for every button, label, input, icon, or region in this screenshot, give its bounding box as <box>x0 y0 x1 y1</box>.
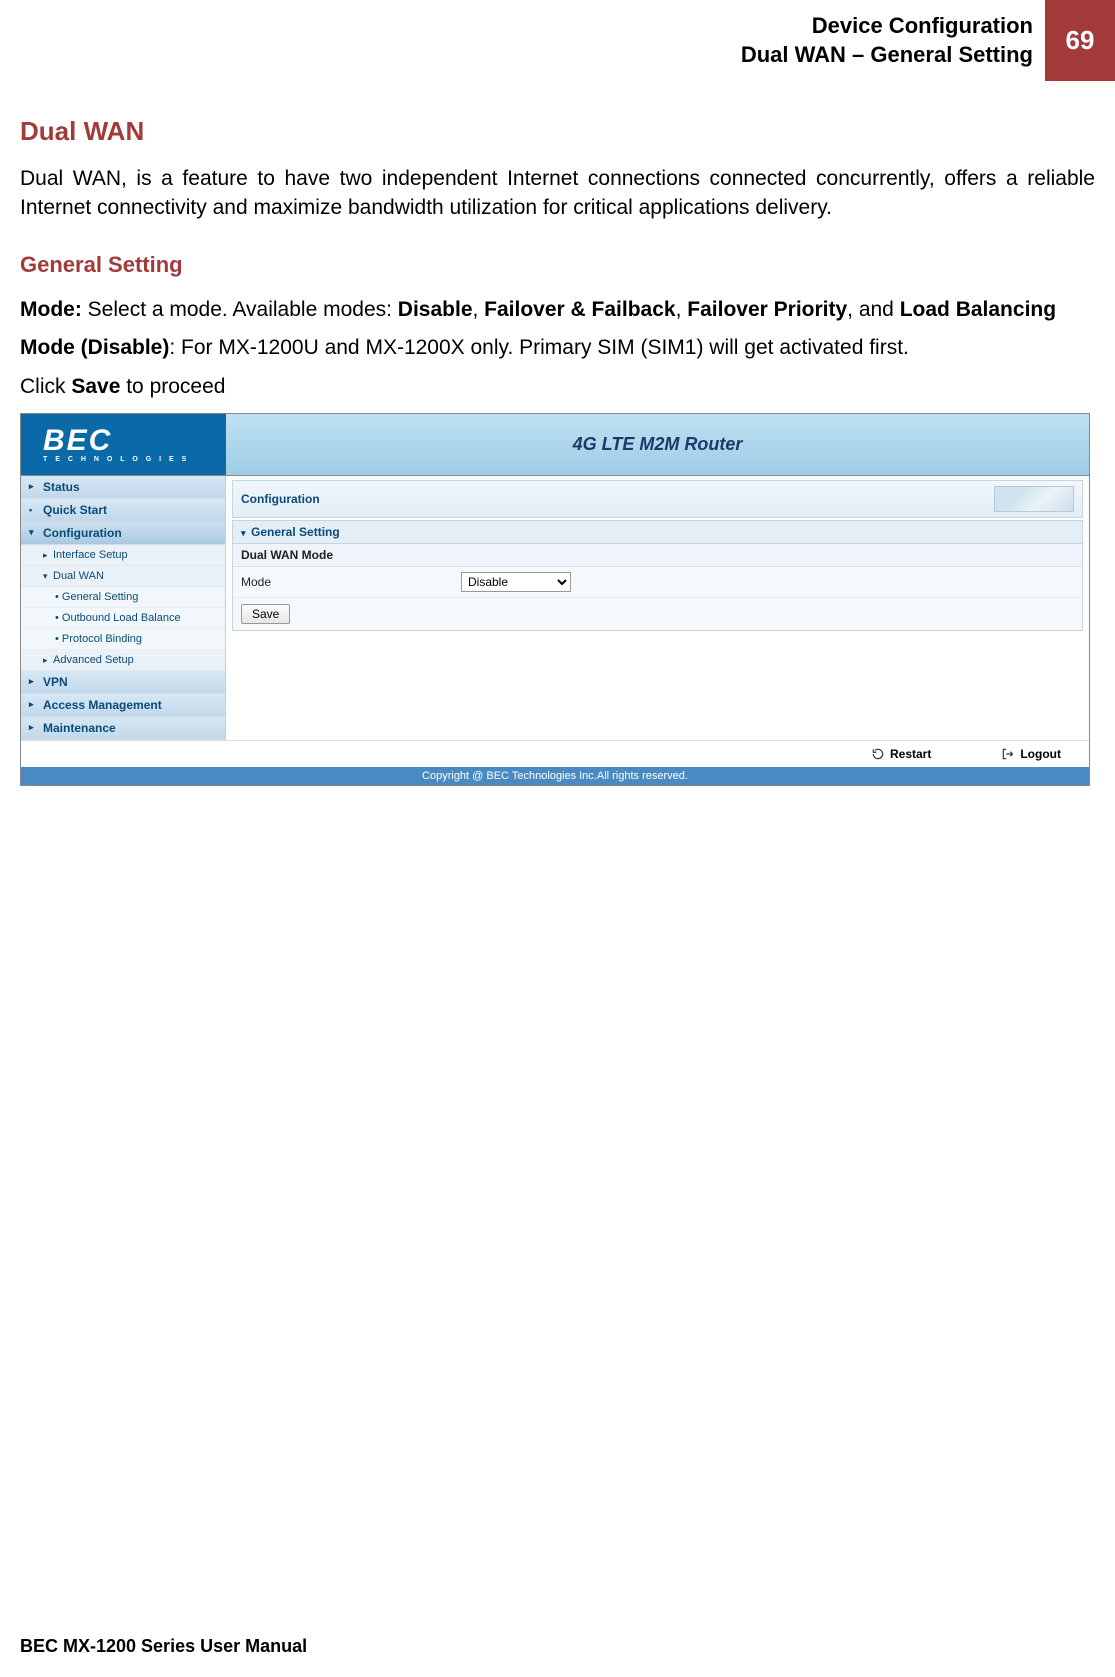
sidebar-label: Protocol Binding <box>62 633 142 645</box>
router-top-bar: BEC T E C H N O L O G I E S 4G LTE M2M R… <box>21 414 1089 476</box>
chevron-right-icon: ▸ <box>29 481 39 492</box>
config-header-label: Configuration <box>241 492 320 506</box>
mode-opt4: Load Balancing <box>900 298 1056 321</box>
intro-paragraph: Dual WAN, is a feature to have two indep… <box>20 165 1095 222</box>
panel-row-mode: Mode Disable <box>233 567 1082 598</box>
row-label: Mode <box>241 575 461 589</box>
mode-sep2: , <box>676 298 688 321</box>
sidebar-label: Advanced Setup <box>53 654 134 666</box>
chevron-right-icon: ▸ <box>29 722 39 733</box>
chevron-down-icon: ▾ <box>29 527 39 538</box>
mode-sep1: , <box>473 298 485 321</box>
sidebar-item-access[interactable]: ▸ Access Management <box>21 694 225 717</box>
logo-subtext: T E C H N O L O G I E S <box>43 456 189 463</box>
router-main: Configuration ▾General Setting Dual WAN … <box>226 476 1089 740</box>
header-text: Device Configuration Dual WAN – General … <box>741 0 1045 81</box>
sidebar-label: General Setting <box>62 591 138 603</box>
sidebar-label: Maintenance <box>43 721 116 735</box>
mode-label: Mode: <box>20 298 82 321</box>
sidebar-item-vpn[interactable]: ▸ VPN <box>21 671 225 694</box>
mode-opt2: Failover & Failback <box>484 298 675 321</box>
mode-sep3: , and <box>847 298 900 321</box>
panel-button-row: Save <box>233 598 1082 630</box>
chevron-right-icon: ▸ <box>29 676 39 687</box>
router-logo: BEC T E C H N O L O G I E S <box>21 414 226 475</box>
mode-disable-label: Mode (Disable) <box>20 336 169 359</box>
click-save-post: to proceed <box>120 375 225 398</box>
restart-label: Restart <box>890 747 931 761</box>
router-device-image <box>994 486 1074 512</box>
page-header: Device Configuration Dual WAN – General … <box>0 0 1115 81</box>
sidebar-label: Outbound Load Balance <box>62 612 181 624</box>
mode-opt3: Failover Priority <box>687 298 847 321</box>
chevron-right-icon: ▸ <box>43 655 53 666</box>
router-body: ▸Status •Quick Start ▾Configuration ▸Int… <box>21 476 1089 740</box>
subsection-title: General Setting <box>20 252 1095 278</box>
logout-icon <box>1001 747 1015 761</box>
router-copyright: Copyright @ BEC Technologies Inc.All rig… <box>21 767 1089 785</box>
panel-sub: Dual WAN Mode <box>233 544 1082 567</box>
mode-disable-line: Mode (Disable): For MX-1200U and MX-1200… <box>20 334 1095 362</box>
sidebar-sub2-protocol[interactable]: • Protocol Binding <box>21 629 225 650</box>
sidebar-label: Configuration <box>43 526 122 540</box>
header-line2: Dual WAN – General Setting <box>741 41 1033 70</box>
chevron-down-icon: ▾ <box>241 528 251 539</box>
sidebar-label: Status <box>43 480 80 494</box>
sidebar-sub2-general-setting[interactable]: • General Setting <box>21 587 225 608</box>
panel-title: ▾General Setting <box>233 521 1082 544</box>
bullet-icon: • <box>29 505 39 515</box>
click-save-line: Click Save to proceed <box>20 373 1095 401</box>
router-sidebar: ▸Status •Quick Start ▾Configuration ▸Int… <box>21 476 226 740</box>
chevron-right-icon: ▸ <box>29 699 39 710</box>
section-title: Dual WAN <box>20 116 1095 147</box>
header-line1: Device Configuration <box>741 12 1033 41</box>
sidebar-sub-advanced[interactable]: ▸Advanced Setup <box>21 650 225 671</box>
sidebar-item-maintenance[interactable]: ▸ Maintenance <box>21 717 225 740</box>
mode-opt1: Disable <box>398 298 473 321</box>
sidebar-label: Access Management <box>43 698 162 712</box>
sidebar-item-configuration[interactable]: ▾ Configuration <box>21 522 225 545</box>
router-ui-screenshot: BEC T E C H N O L O G I E S 4G LTE M2M R… <box>20 413 1090 786</box>
router-footer-bar: Restart Logout <box>21 740 1089 767</box>
sidebar-label: VPN <box>43 675 68 689</box>
sidebar-sub-interface-setup[interactable]: ▸Interface Setup <box>21 545 225 566</box>
click-save-pre: Click <box>20 375 71 398</box>
mode-line: Mode: Select a mode. Available modes: Di… <box>20 296 1095 324</box>
panel-general-setting: ▾General Setting Dual WAN Mode Mode Disa… <box>232 520 1083 631</box>
sidebar-item-quickstart[interactable]: • Quick Start <box>21 499 225 522</box>
sidebar-label: Dual WAN <box>53 570 104 582</box>
sidebar-sub2-outbound[interactable]: • Outbound Load Balance <box>21 608 225 629</box>
logout-label: Logout <box>1020 747 1061 761</box>
mode-text1: Select a mode. Available modes: <box>82 298 398 321</box>
restart-icon <box>871 747 885 761</box>
mode-select[interactable]: Disable <box>461 572 571 592</box>
mode-disable-text: : For MX-1200U and MX-1200X only. Primar… <box>169 336 909 359</box>
page-number: 69 <box>1045 0 1115 81</box>
sidebar-item-status[interactable]: ▸ Status <box>21 476 225 499</box>
sidebar-label: Quick Start <box>43 503 107 517</box>
chevron-down-icon: ▾ <box>43 571 53 582</box>
save-button[interactable]: Save <box>241 604 290 624</box>
restart-button[interactable]: Restart <box>871 747 931 761</box>
panel-title-label: General Setting <box>251 525 340 539</box>
chevron-right-icon: ▸ <box>43 550 53 561</box>
click-save-bold: Save <box>71 375 120 398</box>
logout-button[interactable]: Logout <box>1001 747 1061 761</box>
router-title: 4G LTE M2M Router <box>226 414 1089 475</box>
config-header: Configuration <box>232 480 1083 518</box>
sidebar-sub-dual-wan[interactable]: ▾Dual WAN <box>21 566 225 587</box>
sidebar-label: Interface Setup <box>53 549 128 561</box>
page-footer: BEC MX-1200 Series User Manual <box>20 1636 307 1657</box>
logo-text: BEC <box>43 426 112 456</box>
